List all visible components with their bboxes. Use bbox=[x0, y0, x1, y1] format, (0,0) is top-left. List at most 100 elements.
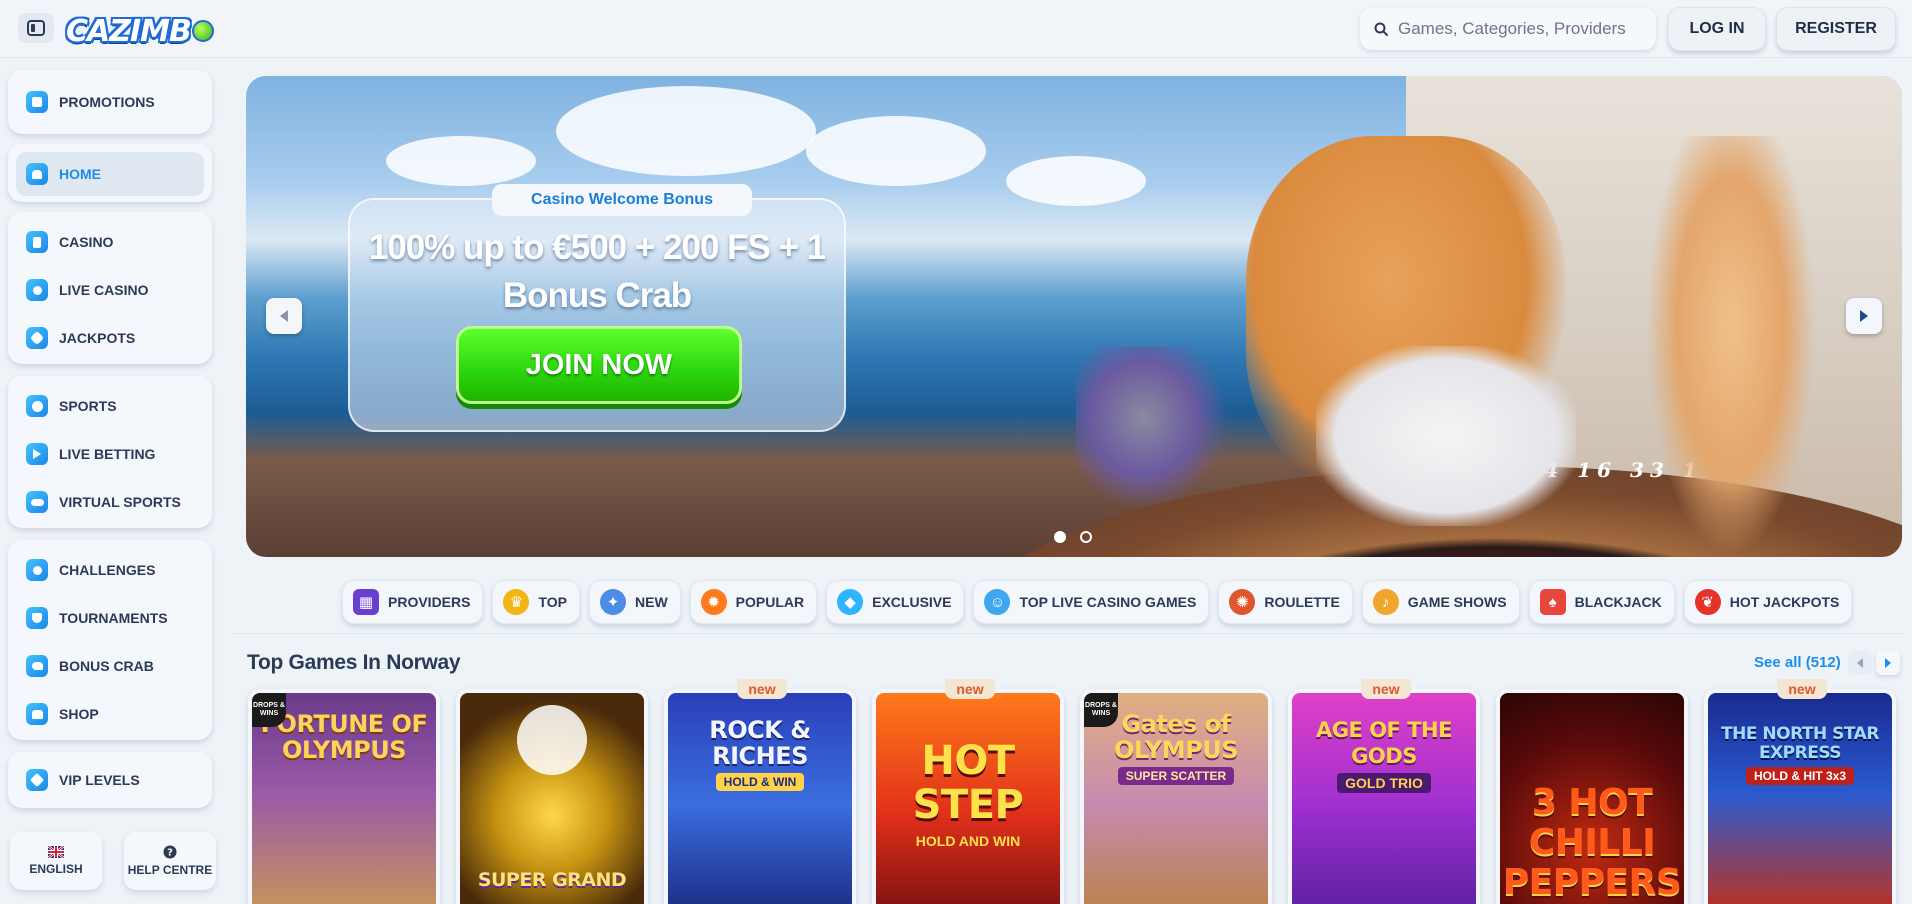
sidebar-group-promotions: PROMOTIONS bbox=[8, 70, 212, 134]
see-all-link[interactable]: See all (512) bbox=[1754, 654, 1841, 671]
sidebar-item-bonus-crab[interactable]: BONUS CRAB bbox=[16, 646, 204, 686]
carousel-dot[interactable] bbox=[1054, 531, 1066, 543]
language-label: ENGLISH bbox=[29, 862, 83, 876]
carousel-prev-button[interactable] bbox=[266, 298, 302, 334]
sidebar-item-casino[interactable]: CASINO bbox=[16, 222, 204, 262]
sidebar-item-challenges[interactable]: CHALLENGES bbox=[16, 550, 204, 590]
promo-headline: 100% up to €500 + 200 FS + 1 Bonus Crab bbox=[368, 228, 826, 315]
chip-label: GAME SHOWS bbox=[1407, 594, 1507, 610]
chip-label: NEW bbox=[635, 594, 668, 610]
game-title: ROCK & RICHES bbox=[709, 716, 811, 770]
promo-tag: Casino Welcome Bonus bbox=[492, 184, 752, 216]
new-badge: new bbox=[737, 679, 787, 699]
brand-logo[interactable]: CAZIMB bbox=[66, 10, 214, 52]
cloud-decoration bbox=[1006, 156, 1146, 206]
sidebar-item-label: TOURNAMENTS bbox=[59, 610, 168, 626]
game-subtitle: HOLD & HIT 3x3 bbox=[1745, 767, 1854, 785]
playing-cards-icon: ♠ bbox=[1539, 589, 1566, 615]
game-title: 3 HOT CHILLI PEPPERS bbox=[1502, 782, 1682, 903]
chip-top[interactable]: ♛ TOP bbox=[492, 580, 580, 624]
chip-label: TOP bbox=[538, 594, 567, 610]
sidebar-item-home[interactable]: HOME bbox=[16, 152, 204, 196]
logo-ball-icon bbox=[191, 20, 214, 42]
sidebar-group-engagement: CHALLENGES TOURNAMENTS BONUS CRAB SHOP bbox=[8, 540, 212, 740]
logo-text: CAZIMB bbox=[66, 13, 192, 49]
chip-blackjack[interactable]: ♠ BLACKJACK bbox=[1528, 580, 1675, 624]
trophy-icon: ♛ bbox=[503, 589, 530, 615]
category-chips: ▦ PROVIDERS ♛ TOP ✦ NEW ✹ POPULAR ◆ EXCL… bbox=[342, 580, 1853, 624]
microphone-icon: ♪ bbox=[1372, 589, 1399, 615]
game-tile[interactable]: AGE OF THE GODS GOLD TRIO bbox=[1288, 689, 1480, 904]
chip-providers[interactable]: ▦ PROVIDERS bbox=[342, 580, 484, 624]
live-dealer-icon: ☺ bbox=[984, 589, 1011, 615]
chip-new[interactable]: ✦ NEW bbox=[589, 580, 681, 624]
chip-exclusive[interactable]: ◆ EXCLUSIVE bbox=[826, 580, 965, 624]
chip-popular[interactable]: ✹ POPULAR bbox=[689, 580, 818, 624]
register-button[interactable]: REGISTER bbox=[1776, 7, 1896, 51]
steam-decoration bbox=[517, 705, 587, 775]
sidebar-toggle-button[interactable] bbox=[18, 13, 54, 43]
join-now-button[interactable]: JOIN NOW bbox=[456, 326, 742, 404]
game-subtitle: GOLD TRIO bbox=[1337, 773, 1431, 793]
live-casino-icon bbox=[26, 279, 48, 301]
help-centre-button[interactable]: ? HELP CENTRE bbox=[124, 832, 216, 890]
home-icon bbox=[26, 163, 48, 185]
sidebar-item-label: CHALLENGES bbox=[59, 562, 156, 578]
sidebar-item-live-betting[interactable]: LIVE BETTING bbox=[16, 434, 204, 474]
game-subtitle: HOLD AND WIN bbox=[915, 833, 1021, 849]
games-prev-button[interactable] bbox=[1848, 651, 1872, 675]
chip-roulette[interactable]: ✺ ROULETTE bbox=[1218, 580, 1353, 624]
carousel-next-button[interactable] bbox=[1846, 298, 1882, 334]
cloud-decoration bbox=[386, 136, 536, 186]
megaphone-icon: ✦ bbox=[600, 589, 626, 615]
game-tile[interactable]: 3 HOT CHILLI PEPPERS bbox=[1496, 689, 1688, 904]
uk-flag-icon bbox=[48, 846, 64, 858]
drops-and-wins-badge: DROPS & WINS bbox=[252, 693, 286, 727]
game-tile[interactable]: DROPS & WINS Gates of OLYMPUS SUPER SCAT… bbox=[1080, 689, 1272, 904]
hero-banner[interactable]: 23 10 5 24 16 33 1 Casino Welcome Bonus … bbox=[246, 76, 1902, 557]
sidebar-item-sports[interactable]: SPORTS bbox=[16, 386, 204, 426]
new-badge: new bbox=[1361, 679, 1411, 699]
login-button[interactable]: LOG IN bbox=[1668, 7, 1766, 51]
game-tile[interactable]: ROCK & RICHES HOLD & WIN bbox=[664, 689, 856, 904]
sidebar-item-label: JACKPOTS bbox=[59, 330, 136, 346]
chip-hot-jackpots[interactable]: ❦ HOT JACKPOTS bbox=[1683, 580, 1853, 624]
chip-game-shows[interactable]: ♪ GAME SHOWS bbox=[1361, 580, 1520, 624]
game-subtitle: HOLD & WIN bbox=[715, 773, 805, 791]
sidebar-item-jackpots[interactable]: JACKPOTS bbox=[16, 318, 204, 358]
language-selector[interactable]: ENGLISH bbox=[10, 832, 102, 890]
crab-claw-icon bbox=[26, 655, 48, 677]
new-badge: new bbox=[945, 679, 995, 699]
carousel-dot[interactable] bbox=[1080, 531, 1092, 543]
sidebar-item-label: SPORTS bbox=[59, 398, 117, 414]
sidebar-group-vip: VIP LEVELS bbox=[8, 752, 212, 808]
games-next-button[interactable] bbox=[1876, 651, 1900, 675]
chip-top-live-casino[interactable]: ☺ TOP LIVE CASINO GAMES bbox=[973, 580, 1210, 624]
game-tile[interactable]: SUPER GRAND bbox=[456, 689, 648, 904]
sidebar-item-vip-levels[interactable]: VIP LEVELS bbox=[16, 760, 204, 800]
sidebar-item-label: VIP LEVELS bbox=[59, 772, 140, 788]
game-tile[interactable]: HOT STEP HOLD AND WIN bbox=[872, 689, 1064, 904]
sidebar-item-live-casino[interactable]: LIVE CASINO bbox=[16, 270, 204, 310]
search-box[interactable] bbox=[1360, 8, 1656, 50]
arrow-left-icon bbox=[280, 310, 288, 322]
drops-and-wins-badge: DROPS & WINS bbox=[1084, 693, 1118, 727]
sidebar-item-promotions[interactable]: PROMOTIONS bbox=[16, 82, 204, 122]
sidebar-item-label: SHOP bbox=[59, 706, 99, 722]
chip-label: BLACKJACK bbox=[1574, 594, 1662, 610]
mouse-character-image bbox=[1076, 346, 1226, 506]
game-tile[interactable]: DROPS & WINS FORTUNE OF OLYMPUS bbox=[248, 689, 440, 904]
arrow-left-icon bbox=[1857, 658, 1863, 668]
sidebar-item-tournaments[interactable]: TOURNAMENTS bbox=[16, 598, 204, 638]
section-title: Top Games In Norway bbox=[247, 651, 461, 674]
game-tile[interactable]: THE NORTH STAR EXPRESS HOLD & HIT 3x3 bbox=[1704, 689, 1896, 904]
sidebar-item-shop[interactable]: SHOP bbox=[16, 694, 204, 734]
diamond-icon: ◆ bbox=[837, 589, 864, 615]
sidebar-group-home: HOME bbox=[8, 144, 212, 202]
cloud-decoration bbox=[556, 86, 816, 176]
sidebar-item-label: HOME bbox=[59, 166, 101, 182]
sidebar-item-virtual-sports[interactable]: VIRTUAL SPORTS bbox=[16, 482, 204, 522]
new-badge: new bbox=[1777, 679, 1827, 699]
search-input[interactable] bbox=[1398, 19, 1638, 39]
top-header: CAZIMB LOG IN REGISTER bbox=[0, 0, 1912, 58]
